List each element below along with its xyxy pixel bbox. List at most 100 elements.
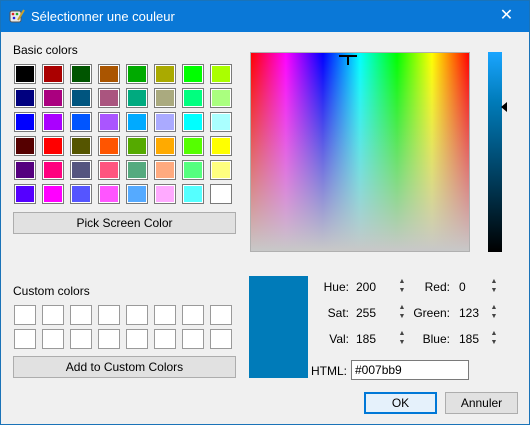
basic-color-swatch[interactable] <box>98 88 120 108</box>
basic-color-swatch[interactable] <box>182 160 204 180</box>
basic-color-swatch[interactable] <box>210 88 232 108</box>
red-spin[interactable]: ▲ ▼ <box>489 277 499 297</box>
basic-color-swatch[interactable] <box>126 136 148 156</box>
window-title: Sélectionner une couleur <box>31 9 175 24</box>
basic-color-swatch[interactable] <box>154 136 176 156</box>
basic-color-swatch[interactable] <box>98 136 120 156</box>
basic-color-swatch[interactable] <box>14 112 36 132</box>
custom-color-swatch[interactable] <box>42 305 64 325</box>
blue-value[interactable]: 185 <box>459 332 479 346</box>
basic-color-swatch[interactable] <box>182 184 204 204</box>
custom-color-swatch[interactable] <box>98 305 120 325</box>
custom-color-swatch[interactable] <box>154 305 176 325</box>
ok-button[interactable]: OK <box>364 392 437 414</box>
hue-saturation-field[interactable] <box>250 52 470 252</box>
basic-color-swatch[interactable] <box>70 112 92 132</box>
basic-color-swatch[interactable] <box>154 184 176 204</box>
blue-spin[interactable]: ▲ ▼ <box>489 329 499 349</box>
basic-colors-grid <box>14 64 232 204</box>
basic-color-swatch[interactable] <box>154 64 176 84</box>
hue-spin[interactable]: ▲ ▼ <box>397 277 407 297</box>
custom-color-swatch[interactable] <box>14 329 36 349</box>
hue-label: Hue: <box>323 280 349 294</box>
custom-color-swatch[interactable] <box>210 305 232 325</box>
red-value[interactable]: 0 <box>459 280 466 294</box>
custom-color-swatch[interactable] <box>182 329 204 349</box>
custom-color-swatch[interactable] <box>70 305 92 325</box>
hue-value[interactable]: 200 <box>356 280 376 294</box>
basic-color-swatch[interactable] <box>126 88 148 108</box>
color-picker-icon <box>9 9 25 23</box>
basic-color-swatch[interactable] <box>98 64 120 84</box>
custom-color-swatch[interactable] <box>126 329 148 349</box>
close-button[interactable]: ✕ <box>484 1 529 32</box>
custom-color-swatch[interactable] <box>14 305 36 325</box>
red-label: Red: <box>424 280 450 294</box>
basic-color-swatch[interactable] <box>70 184 92 204</box>
blue-label: Blue: <box>422 332 450 346</box>
pick-screen-color-button[interactable]: Pick Screen Color <box>13 212 236 234</box>
basic-color-swatch[interactable] <box>210 184 232 204</box>
close-icon: ✕ <box>499 7 514 24</box>
basic-color-swatch[interactable] <box>14 184 36 204</box>
basic-color-swatch[interactable] <box>154 88 176 108</box>
basic-color-swatch[interactable] <box>42 112 64 132</box>
color-preview <box>249 276 308 378</box>
basic-color-swatch[interactable] <box>42 160 64 180</box>
basic-color-swatch[interactable] <box>182 64 204 84</box>
basic-color-swatch[interactable] <box>14 160 36 180</box>
basic-color-swatch[interactable] <box>210 112 232 132</box>
basic-color-swatch[interactable] <box>98 112 120 132</box>
basic-color-swatch[interactable] <box>182 88 204 108</box>
html-hex-input[interactable] <box>351 360 469 380</box>
custom-color-swatch[interactable] <box>70 329 92 349</box>
html-label: HTML: <box>311 364 347 378</box>
basic-color-swatch[interactable] <box>42 64 64 84</box>
value-slider[interactable] <box>488 52 502 252</box>
basic-color-swatch[interactable] <box>126 64 148 84</box>
cancel-button[interactable]: Annuler <box>445 392 518 414</box>
basic-color-swatch[interactable] <box>154 112 176 132</box>
basic-color-swatch[interactable] <box>14 136 36 156</box>
basic-color-swatch[interactable] <box>210 64 232 84</box>
basic-color-swatch[interactable] <box>70 160 92 180</box>
custom-color-swatch[interactable] <box>98 329 120 349</box>
green-spin[interactable]: ▲ ▼ <box>489 303 499 323</box>
custom-color-swatch[interactable] <box>126 305 148 325</box>
color-dialog: Sélectionner une couleur ✕ Basic colors … <box>0 0 530 425</box>
basic-color-swatch[interactable] <box>70 64 92 84</box>
sat-spin[interactable]: ▲ ▼ <box>397 303 407 323</box>
val-label: Val: <box>329 332 349 346</box>
basic-color-swatch[interactable] <box>42 88 64 108</box>
basic-color-swatch[interactable] <box>70 88 92 108</box>
basic-color-swatch[interactable] <box>126 184 148 204</box>
custom-colors-label: Custom colors <box>13 284 90 298</box>
basic-color-swatch[interactable] <box>42 136 64 156</box>
green-value[interactable]: 123 <box>459 306 479 320</box>
basic-color-swatch[interactable] <box>14 64 36 84</box>
custom-color-swatch[interactable] <box>154 329 176 349</box>
custom-color-swatch[interactable] <box>42 329 64 349</box>
basic-color-swatch[interactable] <box>98 184 120 204</box>
val-value[interactable]: 185 <box>356 332 376 346</box>
val-spin[interactable]: ▲ ▼ <box>397 329 407 349</box>
basic-color-swatch[interactable] <box>98 160 120 180</box>
crosshair-cursor-stem <box>347 55 349 65</box>
basic-color-swatch[interactable] <box>154 160 176 180</box>
custom-color-swatch[interactable] <box>210 329 232 349</box>
basic-color-swatch[interactable] <box>42 184 64 204</box>
basic-color-swatch[interactable] <box>126 112 148 132</box>
basic-color-swatch[interactable] <box>210 160 232 180</box>
basic-color-swatch[interactable] <box>70 136 92 156</box>
basic-color-swatch[interactable] <box>14 88 36 108</box>
custom-color-swatch[interactable] <box>182 305 204 325</box>
basic-color-swatch[interactable] <box>210 136 232 156</box>
basic-color-swatch[interactable] <box>182 112 204 132</box>
add-to-custom-colors-button[interactable]: Add to Custom Colors <box>13 356 236 378</box>
basic-color-swatch[interactable] <box>182 136 204 156</box>
value-slider-arrow-icon[interactable] <box>501 102 507 112</box>
basic-color-swatch[interactable] <box>126 160 148 180</box>
sat-value[interactable]: 255 <box>356 306 376 320</box>
custom-colors-grid <box>14 305 232 349</box>
title-bar: Sélectionner une couleur ✕ <box>1 1 529 32</box>
